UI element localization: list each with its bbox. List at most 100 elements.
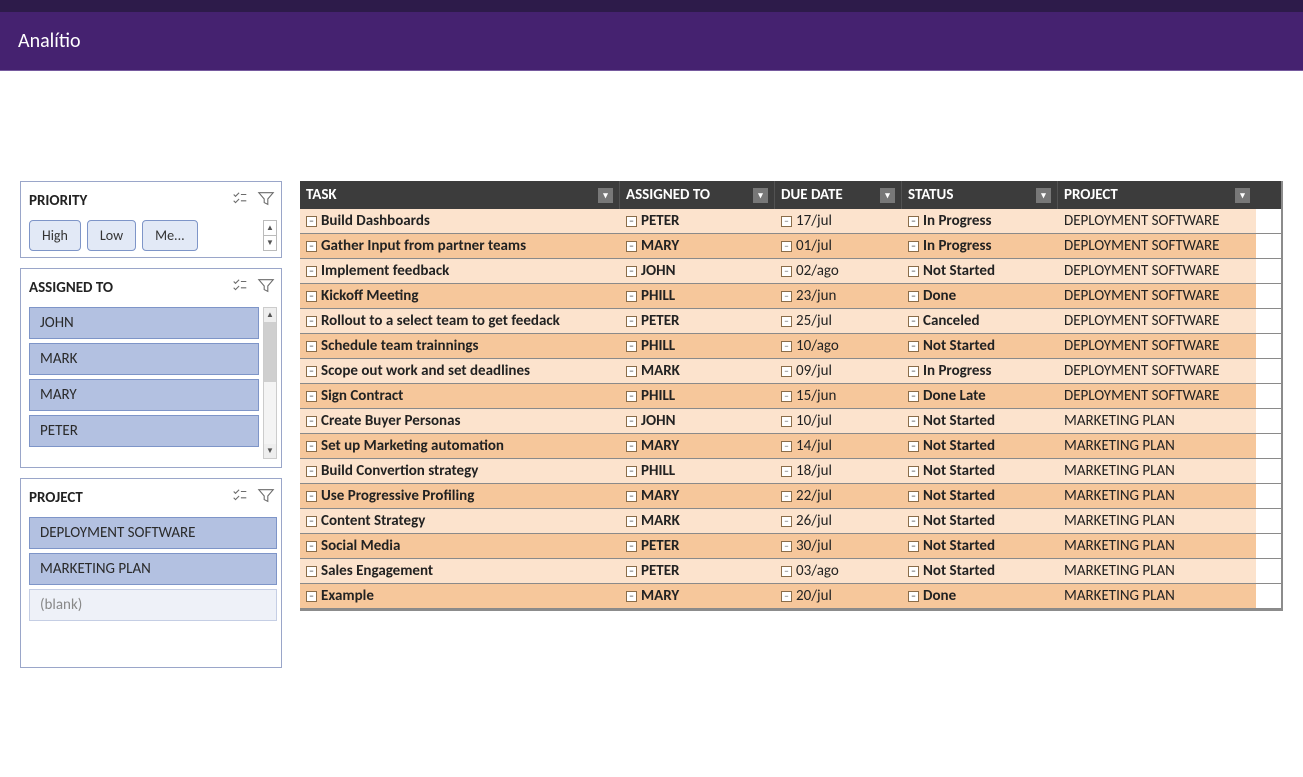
table-row[interactable]: −Sales Engagement−PETER−03/ago−Not Start… <box>300 559 1281 584</box>
table-row[interactable]: −Build Convertion strategy−PHILL−18/jul−… <box>300 459 1281 484</box>
collapse-icon[interactable]: − <box>908 516 919 527</box>
collapse-icon[interactable]: − <box>306 541 317 552</box>
collapse-icon[interactable]: − <box>781 591 792 602</box>
collapse-icon[interactable]: − <box>781 441 792 452</box>
collapse-icon[interactable]: − <box>626 591 637 602</box>
filter-dropdown-icon[interactable] <box>1036 188 1051 203</box>
collapse-icon[interactable]: − <box>306 466 317 477</box>
collapse-icon[interactable]: − <box>908 366 919 377</box>
slicer-item-assigned[interactable]: MARY <box>29 379 259 411</box>
filter-dropdown-icon[interactable] <box>753 188 768 203</box>
collapse-icon[interactable]: − <box>306 516 317 527</box>
slicer-item-project[interactable]: DEPLOYMENT SOFTWARE <box>29 517 277 549</box>
collapse-icon[interactable]: − <box>306 591 317 602</box>
scroll-down-icon[interactable]: ▼ <box>264 444 276 458</box>
collapse-icon[interactable]: − <box>306 491 317 502</box>
collapse-icon[interactable]: − <box>626 441 637 452</box>
collapse-icon[interactable]: − <box>908 391 919 402</box>
collapse-icon[interactable]: − <box>781 316 792 327</box>
collapse-icon[interactable]: − <box>781 291 792 302</box>
table-row[interactable]: −Implement feedback−JOHN−02/ago−Not Star… <box>300 259 1281 284</box>
column-header-due-date[interactable]: DUE DATE <box>775 181 902 209</box>
collapse-icon[interactable]: − <box>626 566 637 577</box>
collapse-icon[interactable]: − <box>908 341 919 352</box>
collapse-icon[interactable]: − <box>626 341 637 352</box>
column-header-project[interactable]: PROJECT <box>1058 181 1256 209</box>
slicer-item-assigned[interactable]: PETER <box>29 415 259 447</box>
table-row[interactable]: −Content Strategy−MARK−26/jul−Not Starte… <box>300 509 1281 534</box>
slicer-item-project[interactable]: MARKETING PLAN <box>29 553 277 585</box>
scroll-thumb[interactable] <box>264 322 276 382</box>
collapse-icon[interactable]: − <box>908 216 919 227</box>
slicer-item-assigned[interactable]: JOHN <box>29 307 259 339</box>
table-row[interactable]: −Use Progressive Profiling−MARY−22/jul−N… <box>300 484 1281 509</box>
spinner-up-icon[interactable]: ▲ <box>264 221 276 236</box>
collapse-icon[interactable]: − <box>781 416 792 427</box>
clear-filter-icon[interactable] <box>257 277 275 299</box>
collapse-icon[interactable]: − <box>908 416 919 427</box>
scroll-track[interactable] <box>264 322 276 444</box>
collapse-icon[interactable]: − <box>908 441 919 452</box>
collapse-icon[interactable]: − <box>781 366 792 377</box>
table-row[interactable]: −Schedule team trainnings−PHILL−10/ago−N… <box>300 334 1281 359</box>
table-row[interactable]: −Create Buyer Personas−JOHN−10/jul−Not S… <box>300 409 1281 434</box>
collapse-icon[interactable]: − <box>626 216 637 227</box>
clear-filter-icon[interactable] <box>257 190 275 212</box>
collapse-icon[interactable]: − <box>626 266 637 277</box>
filter-dropdown-icon[interactable] <box>880 188 895 203</box>
collapse-icon[interactable]: − <box>908 241 919 252</box>
collapse-icon[interactable]: − <box>781 391 792 402</box>
table-row[interactable]: −Social Media−PETER−30/jul−Not StartedMA… <box>300 534 1281 559</box>
slicer-item-priority[interactable]: Me... <box>142 220 198 251</box>
collapse-icon[interactable]: − <box>908 541 919 552</box>
collapse-icon[interactable]: − <box>781 266 792 277</box>
column-header-status[interactable]: STATUS <box>902 181 1058 209</box>
slicer-item-priority[interactable]: Low <box>87 220 136 251</box>
column-header-task[interactable]: TASK <box>300 181 620 209</box>
collapse-icon[interactable]: − <box>781 566 792 577</box>
multiselect-icon[interactable] <box>231 190 249 212</box>
collapse-icon[interactable]: − <box>908 266 919 277</box>
scrollbar[interactable]: ▲ ▼ <box>263 307 277 459</box>
collapse-icon[interactable]: − <box>306 391 317 402</box>
collapse-icon[interactable]: − <box>306 216 317 227</box>
collapse-icon[interactable]: − <box>781 216 792 227</box>
collapse-icon[interactable]: − <box>781 516 792 527</box>
filter-dropdown-icon[interactable] <box>1235 188 1250 203</box>
multiselect-icon[interactable] <box>231 487 249 509</box>
collapse-icon[interactable]: − <box>908 491 919 502</box>
collapse-icon[interactable]: − <box>306 341 317 352</box>
collapse-icon[interactable]: − <box>626 316 637 327</box>
collapse-icon[interactable]: − <box>908 466 919 477</box>
slicer-item-blank[interactable]: (blank) <box>29 589 277 621</box>
collapse-icon[interactable]: − <box>626 291 637 302</box>
table-row[interactable]: −Sign Contract−PHILL−15/jun−Done LateDEP… <box>300 384 1281 409</box>
collapse-icon[interactable]: − <box>306 566 317 577</box>
multiselect-icon[interactable] <box>231 277 249 299</box>
collapse-icon[interactable]: − <box>306 441 317 452</box>
collapse-icon[interactable]: − <box>781 341 792 352</box>
collapse-icon[interactable]: − <box>908 291 919 302</box>
slicer-item-assigned[interactable]: MARK <box>29 343 259 375</box>
collapse-icon[interactable]: − <box>626 241 637 252</box>
collapse-icon[interactable]: − <box>306 366 317 377</box>
collapse-icon[interactable]: − <box>908 316 919 327</box>
collapse-icon[interactable]: − <box>306 266 317 277</box>
clear-filter-icon[interactable] <box>257 487 275 509</box>
collapse-icon[interactable]: − <box>306 241 317 252</box>
column-header-assigned[interactable]: ASSIGNED TO <box>620 181 775 209</box>
table-row[interactable]: −Kickoff Meeting−PHILL−23/jun−DoneDEPLOY… <box>300 284 1281 309</box>
table-row[interactable]: −Gather Input from partner teams−MARY−01… <box>300 234 1281 259</box>
collapse-icon[interactable]: − <box>781 541 792 552</box>
table-row[interactable]: −Scope out work and set deadlines−MARK−0… <box>300 359 1281 384</box>
slicer-item-priority[interactable]: High <box>29 220 81 251</box>
collapse-icon[interactable]: − <box>306 316 317 327</box>
table-row[interactable]: −Build Dashboards−PETER−17/jul−In Progre… <box>300 209 1281 234</box>
collapse-icon[interactable]: − <box>626 366 637 377</box>
scroll-up-icon[interactable]: ▲ <box>264 308 276 322</box>
collapse-icon[interactable]: − <box>781 241 792 252</box>
collapse-icon[interactable]: − <box>626 391 637 402</box>
collapse-icon[interactable]: − <box>626 541 637 552</box>
collapse-icon[interactable]: − <box>781 466 792 477</box>
collapse-icon[interactable]: − <box>626 516 637 527</box>
